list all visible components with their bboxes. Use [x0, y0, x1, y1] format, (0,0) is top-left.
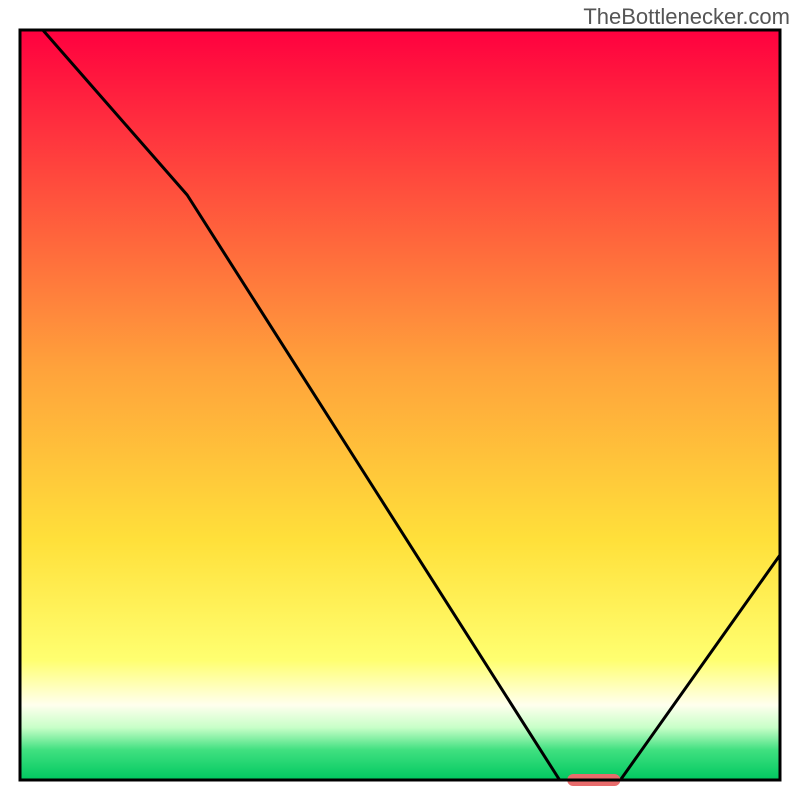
watermark-text: TheBottlenecker.com: [583, 4, 790, 30]
chart-background-gradient: [20, 30, 780, 780]
chart-container: TheBottlenecker.com: [0, 0, 800, 800]
bottleneck-chart: [0, 0, 800, 800]
plot-area: [20, 30, 780, 786]
